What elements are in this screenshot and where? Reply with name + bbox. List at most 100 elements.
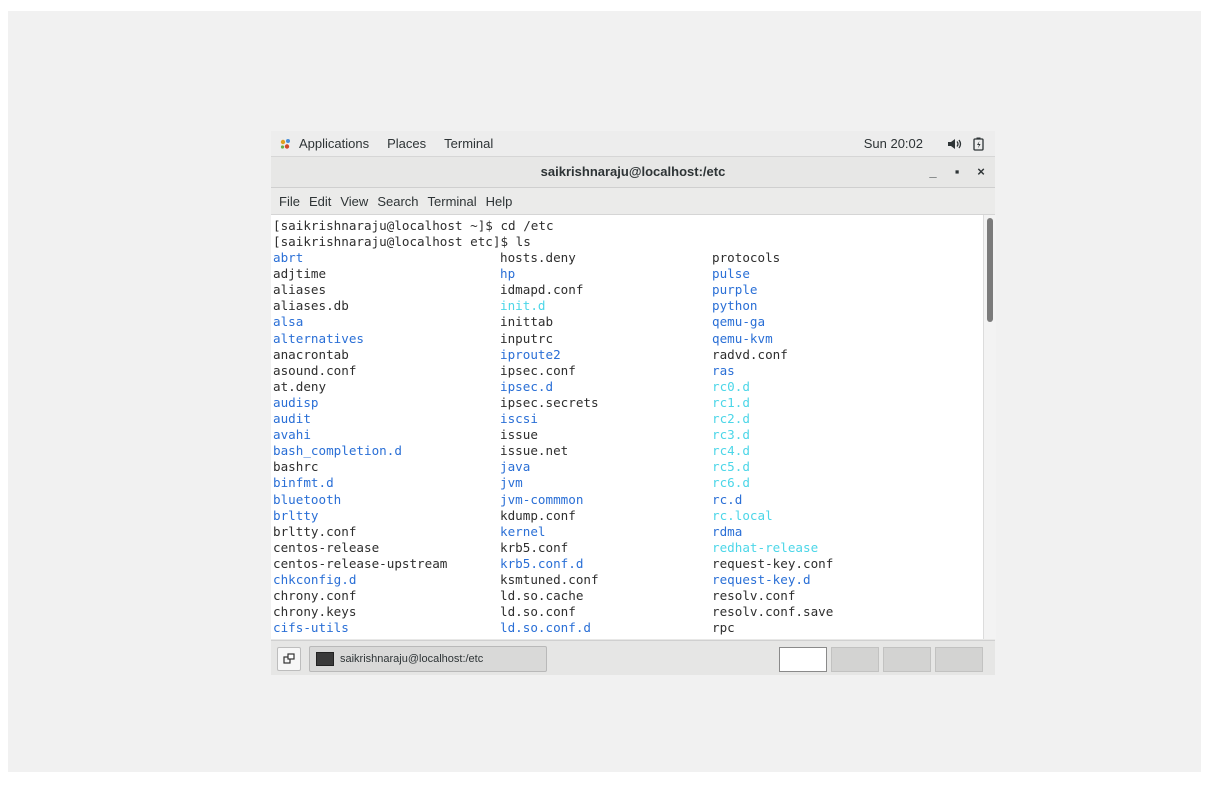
ls-entry-link: rc6.d — [712, 475, 750, 491]
window-titlebar[interactable]: saikrishnaraju@localhost:/etc _ ▪ × — [271, 157, 995, 188]
ls-entry-file: ld.so.cache — [500, 588, 584, 604]
show-desktop-button[interactable] — [277, 647, 301, 671]
terminal-output[interactable]: [saikrishnaraju@localhost ~]$ cd /etc [s… — [271, 215, 983, 639]
ls-entry-file: rpc — [712, 620, 735, 636]
ls-entry-dir: qemu-kvm — [712, 330, 773, 346]
ls-entry-file: anacrontab — [273, 346, 349, 362]
ls-entry-dir: request-key.d — [712, 572, 811, 587]
ls-entry-file: radvd.conf — [712, 346, 788, 362]
menu-search[interactable]: Search — [377, 194, 418, 209]
ls-entry-file: at.deny — [273, 378, 327, 394]
ls-entry-file: centos-release — [273, 539, 380, 555]
ls-entry-link: rc1.d — [712, 394, 750, 410]
ls-entry-dir: rc.d — [712, 491, 743, 507]
ls-entry-dir: jvm-commmon — [500, 491, 584, 507]
ls-entry-link: rc4.d — [712, 443, 750, 459]
ls-entry-dir: iproute2 — [500, 346, 561, 362]
ls-entry-file: ksmtuned.conf — [500, 572, 599, 587]
ls-entry-file: bashrc — [273, 459, 319, 475]
menu-help[interactable]: Help — [486, 194, 513, 209]
close-button[interactable]: × — [969, 157, 993, 187]
ls-entry-file: protocols — [712, 250, 781, 265]
ls-entry-file: brltty.conf — [273, 523, 357, 539]
ls-entry-file: chrony.keys — [273, 604, 357, 620]
ls-entry-dir: ipsec.d — [500, 378, 554, 394]
top-bar: Applications Places Terminal Sun 20:02 — [271, 131, 995, 157]
taskbar-terminal-window[interactable]: saikrishnaraju@localhost:/etc — [309, 646, 547, 672]
applications-icon — [279, 137, 293, 151]
terminal-app-menu[interactable]: Terminal — [444, 136, 493, 151]
ls-entry-dir: ld.so.conf.d — [500, 620, 591, 636]
ls-entry-file: issue.net — [500, 443, 569, 459]
ls-entry-file: inputrc — [500, 330, 554, 346]
ls-entry-dir: rdma — [712, 523, 743, 539]
ls-entry-link: init.d — [500, 298, 546, 314]
ls-entry-dir: bluetooth — [273, 491, 342, 507]
ls-entry-file: ld.so.conf — [500, 604, 576, 620]
ls-entry-link: rc3.d — [712, 427, 750, 443]
terminal-scrollbar[interactable] — [983, 215, 996, 639]
ls-entry-dir: audit — [273, 411, 311, 426]
ls-entry-file: aliases.db — [273, 298, 349, 314]
ls-entry-dir: qemu-ga — [712, 314, 766, 330]
ls-entry-file: resolv.conf — [712, 588, 796, 604]
ls-entry-file: hosts.deny — [500, 250, 576, 265]
ls-entry-dir: iscsi — [500, 411, 538, 426]
ls-entry-file: issue — [500, 427, 538, 443]
ls-entry-dir: cifs-utils — [273, 620, 349, 636]
clock[interactable]: Sun 20:02 — [864, 136, 923, 151]
ls-entry-file: kdump.conf — [500, 507, 576, 523]
ls-entry-file: ipsec.conf — [500, 362, 576, 378]
terminal-icon — [316, 652, 334, 666]
taskbar-task-label: saikrishnaraju@localhost:/etc — [340, 653, 484, 665]
ls-entry-dir: ras — [712, 362, 735, 378]
ls-entry-dir: brltty — [273, 507, 319, 523]
ls-entry-file: chrony.conf — [273, 588, 357, 604]
ls-entry-file: centos-release-upstream — [273, 555, 448, 571]
window-list-icon — [283, 653, 295, 664]
prompt-line: [saikrishnaraju@localhost etc]$ ls — [273, 234, 531, 249]
ls-entry-file: ipsec.secrets — [500, 394, 599, 410]
menu-terminal[interactable]: Terminal — [428, 194, 477, 209]
maximize-button[interactable]: ▪ — [945, 157, 969, 187]
menu-file[interactable]: File — [279, 194, 300, 209]
ls-entry-dir: krb5.conf.d — [500, 555, 584, 571]
workspace-2[interactable] — [831, 647, 879, 672]
applications-menu[interactable]: Applications — [299, 136, 369, 151]
ls-entry-dir: audisp — [273, 394, 319, 410]
workspace-4[interactable] — [935, 647, 983, 672]
workspace-3[interactable] — [883, 647, 931, 672]
ls-entry-file: inittab — [500, 314, 554, 330]
ls-entry-dir: jvm — [500, 475, 523, 491]
ls-entry-dir: kernel — [500, 523, 546, 539]
ls-entry-dir: hp — [500, 266, 516, 282]
ls-entry-link: rc5.d — [712, 459, 750, 475]
ls-entry-dir: java — [500, 459, 531, 475]
ls-entry-link: rc2.d — [712, 411, 750, 426]
ls-entry-file: asound.conf — [273, 362, 357, 378]
ls-entry-file: aliases — [273, 282, 327, 298]
ls-entry-file: krb5.conf — [500, 539, 569, 555]
ls-entry-link: redhat-release — [712, 539, 819, 555]
ls-entry-dir: abrt — [273, 250, 304, 265]
ls-entry-dir: alternatives — [273, 330, 364, 346]
ls-entry-dir: bash_completion.d — [273, 443, 402, 459]
menu-view[interactable]: View — [340, 194, 368, 209]
ls-entry-file: request-key.conf — [712, 555, 834, 571]
battery-icon[interactable] — [971, 137, 987, 151]
workspace-1[interactable] — [779, 647, 827, 672]
ls-entry-link: rc.local — [712, 507, 773, 523]
ls-entry-link: rc0.d — [712, 378, 750, 394]
ls-entry-file: idmapd.conf — [500, 282, 584, 298]
minimize-button[interactable]: _ — [921, 157, 945, 187]
ls-entry-dir: avahi — [273, 427, 311, 443]
ls-entry-dir: python — [712, 298, 758, 314]
places-menu[interactable]: Places — [387, 136, 426, 151]
terminal-menubar: File Edit View Search Terminal Help — [271, 188, 995, 215]
ls-entry-dir: alsa — [273, 314, 304, 330]
scrollbar-thumb[interactable] — [987, 218, 993, 322]
ls-entry-dir: pulse — [712, 266, 750, 282]
volume-icon[interactable] — [947, 137, 963, 151]
menu-edit[interactable]: Edit — [309, 194, 331, 209]
ls-entry-file: adjtime — [273, 266, 327, 282]
